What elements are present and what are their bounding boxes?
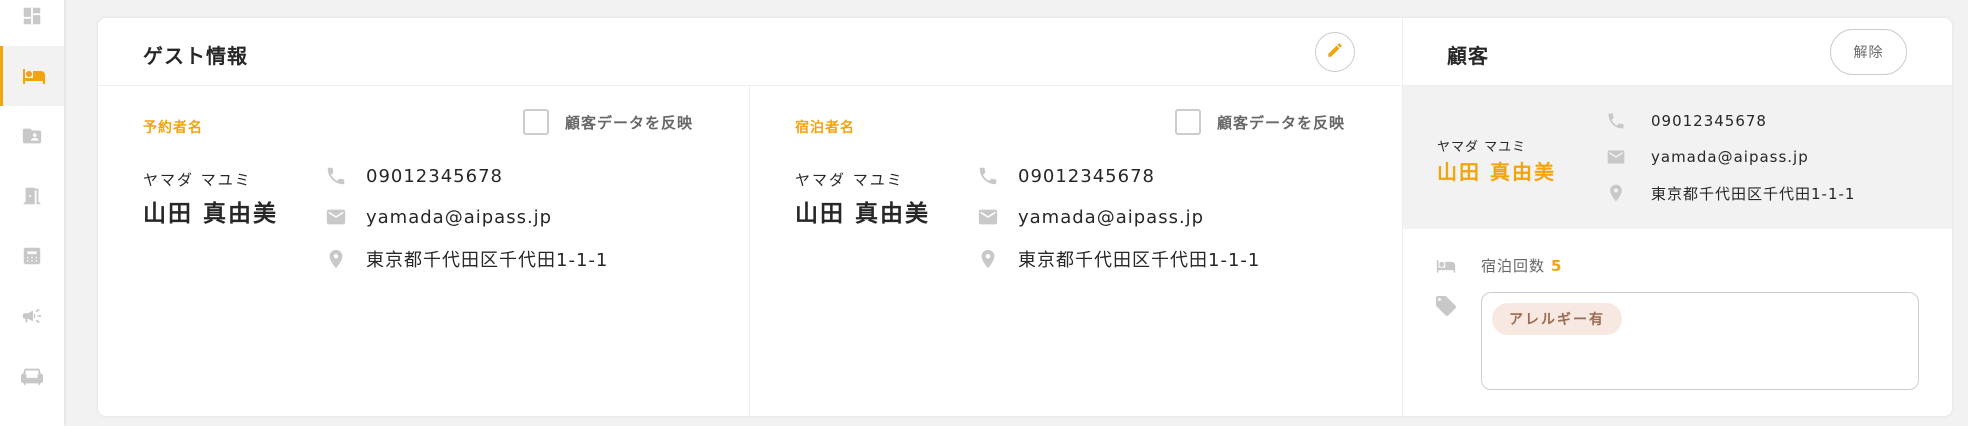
sidebar-item-dashboard[interactable]: [0, 0, 64, 46]
guest-email-row: yamada@aipass.jp: [976, 205, 1204, 229]
booker-reflect-checkbox[interactable]: 顧客データを反映: [523, 109, 693, 135]
customer-email-row: yamada@aipass.jp: [1605, 146, 1809, 168]
mail-icon: [1605, 146, 1627, 168]
edit-button[interactable]: [1315, 32, 1355, 72]
booker-column: 予約者名 顧客データを反映 ヤマダ マユミ 山田 真由美 09012345678…: [98, 86, 749, 416]
sidebar: [0, 0, 64, 426]
bed-icon: [22, 64, 46, 88]
release-button[interactable]: 解除: [1830, 29, 1907, 75]
guest-address: 東京都千代田区千代田1-1-1: [1018, 250, 1261, 271]
sidebar-item-customers[interactable]: [0, 106, 64, 166]
customer-address-row: 東京都千代田区千代田1-1-1: [1605, 182, 1855, 204]
guest-phone-row: 09012345678: [976, 164, 1155, 188]
door-icon: [21, 185, 43, 207]
booker-label: 予約者名: [143, 120, 203, 136]
location-pin-icon: [324, 247, 348, 271]
guest-address-row: 東京都千代田区千代田1-1-1: [976, 246, 1260, 272]
booker-phone-row: 09012345678: [324, 164, 503, 188]
booker-email: yamada@aipass.jp: [366, 206, 553, 228]
tag-input-box[interactable]: アレルギー有: [1481, 292, 1919, 390]
sidebar-item-accounting[interactable]: [0, 226, 64, 286]
phone-icon: [976, 164, 1000, 188]
dashboard-icon: [21, 5, 43, 27]
sidebar-item-notifications[interactable]: [0, 286, 64, 346]
stay-count-value: 5: [1551, 256, 1562, 275]
booker-kana: ヤマダ マユミ: [143, 171, 252, 189]
booker-name: 山田 真由美: [143, 201, 279, 227]
booker-address: 東京都千代田区千代田1-1-1: [366, 250, 609, 271]
stay-count-row: 宿泊回数 5: [1433, 255, 1561, 276]
guest-info-title: ゲスト情報: [143, 44, 248, 68]
customer-address: 東京都千代田区千代田1-1-1: [1651, 184, 1856, 203]
booker-reflect-label: 顧客データを反映: [565, 113, 694, 132]
sidebar-item-stay[interactable]: [0, 46, 64, 106]
customer-kana: ヤマダ マユミ: [1437, 140, 1527, 155]
bed-icon: [1433, 256, 1459, 276]
customer-phone: 09012345678: [1651, 112, 1767, 130]
location-pin-icon: [1605, 182, 1627, 204]
mail-icon: [976, 205, 1000, 229]
tag-chip[interactable]: アレルギー有: [1492, 303, 1622, 335]
pencil-icon: [1326, 41, 1344, 63]
customer-phone-row: 09012345678: [1605, 110, 1767, 132]
sidebar-item-facilities[interactable]: [0, 346, 64, 406]
guest-reflect-checkbox[interactable]: 顧客データを反映: [1175, 109, 1345, 135]
guest-kana: ヤマダ マユミ: [795, 171, 904, 189]
booker-phone: 09012345678: [366, 165, 503, 187]
customer-email: yamada@aipass.jp: [1651, 148, 1809, 166]
customer-name[interactable]: 山田 真由美: [1437, 156, 1556, 185]
folder-user-icon: [21, 125, 43, 147]
customer-info-panel: ヤマダ マユミ 山田 真由美 09012345678 yamada@aipass…: [1403, 86, 1952, 229]
armchair-icon: [21, 365, 43, 387]
booker-email-row: yamada@aipass.jp: [324, 205, 552, 229]
customer-section: 顧客 解除 ヤマダ マユミ 山田 真由美 09012345678 yamada@…: [1402, 18, 1952, 416]
guest-email: yamada@aipass.jp: [1018, 206, 1205, 228]
booker-address-row: 東京都千代田区千代田1-1-1: [324, 246, 608, 272]
checkbox-icon[interactable]: [1175, 109, 1201, 135]
sidebar-item-rooms[interactable]: [0, 166, 64, 226]
guest-info-header: ゲスト情報: [98, 18, 1402, 86]
tag-icon: [1433, 294, 1459, 318]
guest-phone: 09012345678: [1018, 165, 1155, 187]
checkbox-icon[interactable]: [523, 109, 549, 135]
phone-icon: [324, 164, 348, 188]
customer-header: 顧客 解除: [1403, 18, 1952, 86]
location-pin-icon: [976, 247, 1000, 271]
calculator-icon: [21, 245, 43, 267]
mail-icon: [324, 205, 348, 229]
guest-card: ゲスト情報 予約者名 顧客データを反映 ヤマダ マユミ 山田 真由美 09012…: [98, 18, 1952, 416]
megaphone-icon: [21, 305, 43, 327]
guest-info-section: ゲスト情報 予約者名 顧客データを反映 ヤマダ マユミ 山田 真由美 09012…: [98, 18, 1402, 416]
guest-reflect-label: 顧客データを反映: [1217, 113, 1346, 132]
stay-count-label: 宿泊回数: [1481, 257, 1546, 275]
guest-column: 宿泊者名 顧客データを反映 ヤマダ マユミ 山田 真由美 09012345678…: [750, 86, 1401, 416]
phone-icon: [1605, 110, 1627, 132]
guest-name: 山田 真由美: [795, 201, 931, 227]
customer-title: 顧客: [1447, 44, 1489, 68]
guest-label: 宿泊者名: [795, 120, 855, 136]
